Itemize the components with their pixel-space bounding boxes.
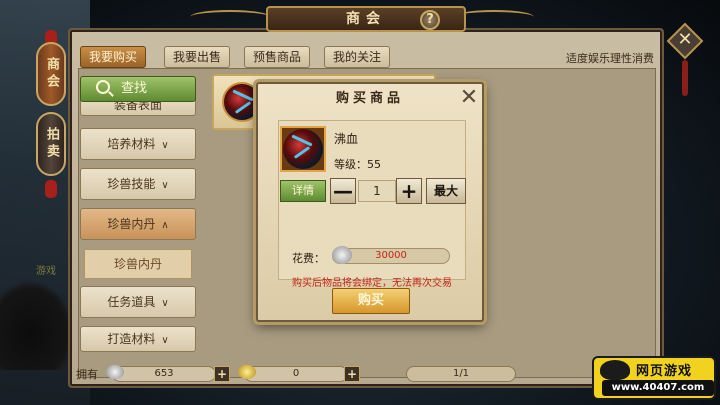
tassel-decoration bbox=[682, 60, 688, 96]
cost-label: 花费： bbox=[292, 252, 325, 265]
max-quantity-button[interactable]: 最大 bbox=[426, 178, 466, 204]
title-ornament-right bbox=[454, 10, 534, 24]
subcategory-pet-core[interactable]: 珍兽内丹 bbox=[84, 249, 192, 279]
site-watermark-logo: 网页游戏 www.40407.com bbox=[592, 356, 716, 400]
category-label: 打造材料 bbox=[107, 332, 156, 346]
moderation-hint: 适度娱乐理性消费 bbox=[566, 52, 654, 65]
search-label: 查找 bbox=[121, 81, 148, 96]
quantity-field[interactable]: 1 bbox=[358, 180, 396, 202]
background-npc-label: 游戏 bbox=[36, 266, 56, 277]
category-pet-skill[interactable]: 珍兽技能 ∨ bbox=[80, 168, 196, 200]
category-label: 珍兽技能 bbox=[107, 177, 156, 191]
cost-value: 30000 bbox=[375, 250, 407, 261]
category-label: 培养材料 bbox=[107, 137, 156, 151]
mascot-icon bbox=[600, 360, 630, 380]
tab-buy[interactable]: 我要购买 bbox=[80, 46, 147, 68]
dialog-title: 购买商品 bbox=[335, 91, 404, 106]
side-tab-shanghui[interactable]: 商会 bbox=[36, 42, 66, 106]
chevron-down-icon: ∨ bbox=[161, 140, 169, 151]
item-level: 等级：55 bbox=[334, 158, 381, 171]
title-ornament-left bbox=[190, 10, 270, 24]
chevron-down-icon: ∨ bbox=[161, 298, 169, 309]
chevron-down-icon: ∨ bbox=[161, 335, 169, 346]
item-slot bbox=[280, 126, 326, 172]
details-button[interactable]: 详情 bbox=[280, 180, 326, 202]
side-tab-paimai[interactable]: 拍卖 bbox=[36, 112, 66, 176]
tab-watchlist[interactable]: 我的关注 bbox=[324, 46, 391, 68]
decrease-quantity-button[interactable]: — bbox=[330, 178, 356, 204]
watermark-url: www.40407.com bbox=[602, 380, 714, 396]
increase-quantity-button[interactable]: + bbox=[396, 178, 422, 204]
close-dialog-button[interactable]: ✕ bbox=[458, 87, 480, 110]
add-gold-button[interactable]: + bbox=[344, 366, 360, 382]
chevron-down-icon: ∨ bbox=[161, 180, 169, 191]
bind-warning: 购买后物品将会绑定，无法再次交易 bbox=[292, 278, 452, 289]
tab-presale[interactable]: 预售商品 bbox=[244, 46, 311, 68]
beast-silhouette bbox=[0, 280, 75, 370]
category-pet-core[interactable]: 珍兽内丹 ∧ bbox=[80, 208, 196, 240]
category-training-material[interactable]: 培养材料 ∨ bbox=[80, 128, 196, 160]
help-icon[interactable]: ? bbox=[420, 10, 440, 30]
item-name: 沸血 bbox=[334, 132, 359, 146]
page-indicator: 1/1 bbox=[406, 366, 516, 382]
fire-blood-item-icon bbox=[283, 129, 323, 169]
currency-bar: 拥有 653 + 0 + 1/1 bbox=[76, 364, 656, 384]
search-icon bbox=[96, 80, 110, 94]
category-label: 珍兽内丹 bbox=[107, 217, 156, 231]
add-silver-button[interactable]: + bbox=[214, 366, 230, 382]
gold-amount: 0 bbox=[244, 366, 348, 382]
category-label: 任务道具 bbox=[107, 295, 156, 309]
category-quest-item[interactable]: 任务道具 ∨ bbox=[80, 286, 196, 318]
category-crafting-material[interactable]: 打造材料 ∨ bbox=[80, 326, 196, 352]
silver-value: 653 bbox=[154, 368, 174, 379]
silver-amount: 653 bbox=[112, 366, 216, 382]
buy-button[interactable]: 购买 bbox=[332, 288, 410, 314]
chevron-up-icon: ∧ bbox=[161, 220, 169, 231]
close-icon: ✕ bbox=[677, 29, 693, 50]
owned-label: 拥有 bbox=[76, 368, 98, 381]
close-window-button[interactable]: ✕ bbox=[666, 22, 704, 60]
silver-icon bbox=[332, 246, 352, 264]
tab-sell[interactable]: 我要出售 bbox=[164, 46, 231, 68]
gold-value: 0 bbox=[292, 368, 300, 379]
gold-icon bbox=[238, 365, 256, 379]
lantern-icon bbox=[45, 180, 57, 198]
watermark-top-text: 网页游戏 bbox=[636, 364, 693, 379]
purchase-dialog: 购买商品 ✕ 沸血 等级：55 详情 — 1 + 最大 花费： 30000 购买… bbox=[256, 82, 484, 322]
silver-icon bbox=[106, 365, 124, 379]
